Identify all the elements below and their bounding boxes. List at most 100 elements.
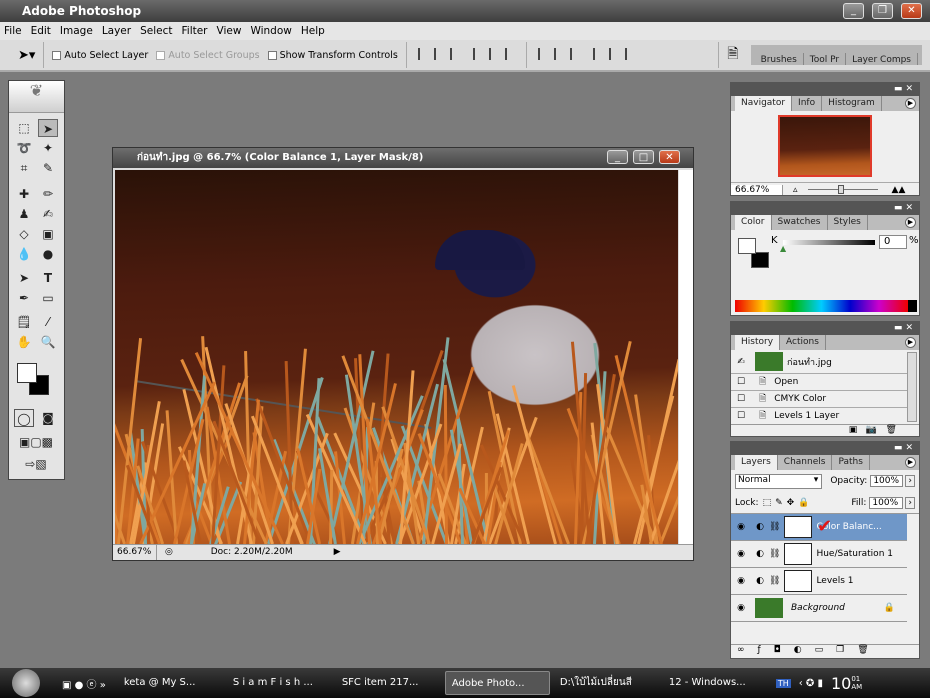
navigator-preview[interactable] [778, 115, 872, 177]
tab-histogram[interactable]: Histogram [822, 96, 882, 111]
eyedropper-icon[interactable]: ⁄ [38, 313, 58, 331]
link-layers-icon[interactable]: ∞ [737, 645, 745, 658]
opacity-arrow-icon[interactable]: › [905, 475, 915, 487]
k-slider[interactable] [783, 240, 875, 245]
add-mask-icon[interactable]: ◘ [774, 645, 781, 658]
taskbar-item-active[interactable]: Adobe Photo... [444, 671, 550, 695]
menu-edit[interactable]: Edit [31, 22, 51, 40]
history-item[interactable]: ☐ 🗎 Open [731, 374, 907, 391]
panel-menu-icon[interactable]: ▶ [905, 217, 916, 228]
visibility-eye-icon[interactable]: ◉ [731, 522, 751, 532]
taskbar-item[interactable]: SFC item 217... [336, 671, 441, 695]
dodge-tool-icon[interactable]: ● [38, 245, 58, 263]
history-checkbox[interactable]: ☐ [731, 377, 751, 387]
auto-select-layer-checkbox[interactable]: Auto Select Layer [52, 50, 148, 61]
quicklaunch-icons[interactable]: ▣ ● ⓔ » [62, 676, 106, 691]
panel-menu-icon[interactable]: ▶ [905, 98, 916, 109]
move-tool-icon[interactable]: ➤ [38, 119, 58, 137]
taskbar-item[interactable]: S i a m F i s h ... [227, 671, 332, 695]
distribute-buttons[interactable] [535, 47, 638, 63]
fill-field[interactable]: 100% [869, 496, 904, 509]
start-button[interactable] [12, 669, 40, 697]
history-brush-icon[interactable]: ✍ [38, 205, 58, 223]
gradient-tool-icon[interactable]: ▣ [38, 225, 58, 243]
doc-close-button[interactable]: ✕ [659, 150, 680, 164]
doc-minimize-button[interactable]: _ [607, 150, 628, 164]
tab-color[interactable]: Color [735, 215, 772, 230]
taskbar-item[interactable]: 12 - Windows... [663, 671, 768, 695]
history-footer-buttons[interactable]: ▣ 📷 🗑 [731, 424, 919, 436]
tab-styles[interactable]: Styles [828, 215, 868, 230]
history-item[interactable]: ☐ 🗎 Levels 1 Layer [731, 408, 907, 423]
taskbar-item[interactable]: keta @ My S... [118, 671, 223, 695]
lock-transparency-icon[interactable]: ⬚ [763, 498, 772, 508]
color-bg-swatch[interactable] [751, 252, 769, 268]
shape-tool-icon[interactable]: ▭ [38, 289, 58, 307]
align-buttons[interactable] [415, 47, 518, 63]
delete-layer-icon[interactable]: 🗑 [857, 645, 868, 658]
standard-mode-icon[interactable]: ◯ [14, 409, 34, 427]
tab-channels[interactable]: Channels [778, 455, 833, 470]
lasso-tool-icon[interactable]: ➰ [14, 139, 34, 157]
layer-row-hue-saturation[interactable]: ◉ ◐ ⛓ Hue/Saturation 1 [731, 541, 907, 568]
show-transform-controls-checkbox[interactable]: Show Transform Controls [267, 50, 398, 61]
screen-mode-icons[interactable]: ▣▢▩ [12, 433, 60, 451]
zoom-in-icon[interactable]: ▲▲ [892, 185, 906, 195]
status-menu-arrow-icon[interactable]: ▶ [334, 547, 341, 557]
visibility-eye-icon[interactable]: ◉ [731, 576, 751, 586]
auto-select-groups-checkbox[interactable]: Auto Select Groups [156, 50, 260, 61]
link-icon[interactable]: ⛓ [769, 549, 780, 559]
lock-position-icon[interactable]: ✥ [787, 498, 795, 508]
tab-swatches[interactable]: Swatches [772, 215, 828, 230]
clone-stamp-icon[interactable]: ♟ [14, 205, 34, 223]
menu-filter[interactable]: Filter [182, 22, 208, 40]
lock-image-icon[interactable]: ✎ [775, 498, 783, 508]
panel-menu-icon[interactable]: ▶ [905, 457, 916, 468]
history-checkbox[interactable]: ☐ [731, 411, 751, 421]
move-tool-preset-icon[interactable]: ➤▾ [18, 48, 35, 63]
menu-view[interactable]: View [217, 22, 242, 40]
layer-row-color-balance[interactable]: ◉ ◐ ⛓ Color Balanc... ✔ [731, 514, 907, 541]
healing-brush-icon[interactable]: ✚ [14, 185, 34, 203]
history-checkbox[interactable]: ☐ [731, 394, 751, 404]
k-value-field[interactable]: 0 [879, 235, 907, 249]
well-tab-brushes[interactable]: Brushes [755, 53, 804, 65]
layer-mask-thumbnail[interactable] [784, 570, 813, 592]
taskbar-item[interactable]: D:\ใบ้ไม้เปลี่ยนสี [554, 671, 659, 695]
close-button[interactable]: ✕ [901, 3, 922, 19]
zoom-out-icon[interactable]: ▵ [793, 185, 798, 195]
marquee-tool-icon[interactable]: ⬚ [14, 119, 34, 137]
menu-layer[interactable]: Layer [102, 22, 131, 40]
lock-all-icon[interactable]: 🔒 [798, 498, 809, 508]
language-indicator[interactable]: TH [775, 678, 791, 688]
zoom-tool-icon[interactable]: 🔍 [38, 333, 58, 351]
crop-tool-icon[interactable]: ⌗ [14, 159, 34, 177]
type-tool-icon[interactable]: T [38, 269, 58, 287]
well-tab-tool-presets[interactable]: Tool Pr [804, 53, 847, 65]
history-item[interactable]: ☐ 🗎 CMYK Color [731, 391, 907, 408]
menu-image[interactable]: Image [60, 22, 93, 40]
layer-mask-thumbnail[interactable] [784, 516, 813, 538]
menu-help[interactable]: Help [301, 22, 325, 40]
well-tab-layer-comps[interactable]: Layer Comps [846, 53, 918, 65]
tab-navigator[interactable]: Navigator [735, 96, 793, 111]
slice-tool-icon[interactable]: ✎ [38, 159, 58, 177]
menu-select[interactable]: Select [140, 22, 172, 40]
opacity-field[interactable]: 100% [870, 475, 904, 487]
tab-history[interactable]: History [735, 335, 781, 350]
navigator-zoom-field[interactable]: 66.67% [731, 184, 783, 195]
eraser-tool-icon[interactable]: ◇ [14, 225, 34, 243]
tray-icons[interactable]: ‹ ✪ ▮ [799, 678, 823, 689]
new-adjustment-icon[interactable]: ◐ [794, 645, 802, 658]
feather-logo-icon[interactable]: ❦ [9, 81, 64, 113]
pen-tool-icon[interactable]: ✒ [14, 289, 34, 307]
foreground-color-swatch[interactable] [17, 363, 37, 383]
menu-window[interactable]: Window [250, 22, 291, 40]
tab-paths[interactable]: Paths [832, 455, 870, 470]
layer-row-background[interactable]: ◉ Background 🔒 [731, 595, 907, 622]
menu-file[interactable]: File [4, 22, 22, 40]
color-fg-swatch[interactable] [738, 238, 756, 254]
history-scrollbar[interactable] [907, 352, 917, 422]
link-icon[interactable]: ⛓ [769, 522, 780, 532]
fill-arrow-icon[interactable]: › [905, 496, 915, 509]
